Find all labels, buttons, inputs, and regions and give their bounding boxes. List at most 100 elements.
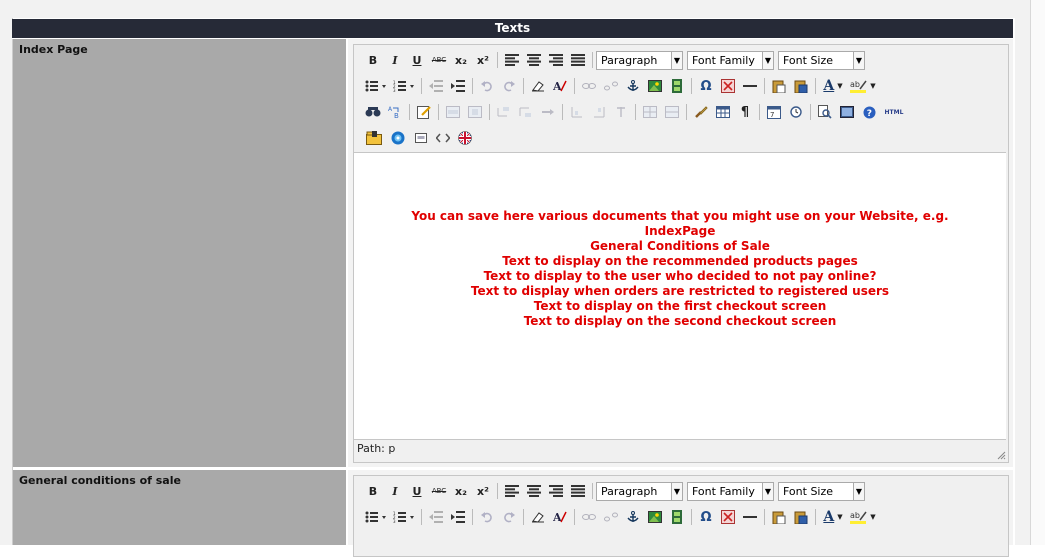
outdent-icon[interactable]: [425, 76, 447, 96]
font-size-select[interactable]: Font Size ▼: [778, 50, 865, 70]
bullet-list-icon[interactable]: [362, 507, 390, 527]
cleanup-brush-icon[interactable]: [690, 102, 712, 122]
pilcrow-icon[interactable]: ¶: [734, 102, 756, 122]
delete-col-icon[interactable]: [610, 102, 632, 122]
paste-text-icon[interactable]: [768, 76, 790, 96]
styles-icon[interactable]: A: [549, 76, 571, 96]
special-char-icon[interactable]: Ω: [695, 507, 717, 527]
merge-cells-icon[interactable]: [661, 102, 683, 122]
background-color-button[interactable]: ab ▼: [847, 76, 879, 96]
superscript-button[interactable]: x²: [472, 50, 494, 70]
col-before-icon[interactable]: [566, 102, 588, 122]
paste-word-icon[interactable]: [790, 76, 812, 96]
replace-icon[interactable]: AB: [384, 102, 406, 122]
text-color-button[interactable]: A ▼: [819, 76, 847, 96]
chevron-down-icon: ▼: [837, 513, 843, 521]
media-icon[interactable]: [666, 76, 688, 96]
content-line: General Conditions of Sale: [590, 239, 770, 253]
align-center-icon[interactable]: [523, 50, 545, 70]
resize-grip-icon[interactable]: [996, 450, 1006, 460]
find-icon[interactable]: [362, 102, 384, 122]
table-cell-props-icon[interactable]: [464, 102, 486, 122]
paste-text-icon[interactable]: [768, 507, 790, 527]
subscript-button[interactable]: x₂: [450, 50, 472, 70]
italic-button[interactable]: I: [384, 50, 406, 70]
insert-date-icon[interactable]: 7: [763, 102, 785, 122]
eraser-icon[interactable]: [527, 76, 549, 96]
editor-content-area[interactable]: You can save here various documents that…: [354, 152, 1006, 440]
underline-button[interactable]: U: [406, 481, 428, 501]
strikethrough-button[interactable]: ABC: [428, 50, 450, 70]
numbered-list-icon[interactable]: 123: [390, 507, 418, 527]
special-char-icon[interactable]: Ω: [695, 76, 717, 96]
row-before-icon[interactable]: [493, 102, 515, 122]
align-justify-icon[interactable]: [567, 50, 589, 70]
browser-icon[interactable]: [386, 128, 410, 148]
text-color-button[interactable]: A ▼: [819, 507, 847, 527]
html-source-button[interactable]: HTML: [880, 102, 908, 122]
bold-button[interactable]: B: [362, 50, 384, 70]
file-manager-icon[interactable]: [362, 128, 386, 148]
media-icon[interactable]: [666, 507, 688, 527]
font-family-select[interactable]: Font Family ▼: [687, 481, 774, 501]
table-delete-icon[interactable]: [717, 76, 739, 96]
subscript-button[interactable]: x₂: [450, 481, 472, 501]
font-family-select[interactable]: Font Family ▼: [687, 50, 774, 70]
link-icon[interactable]: [578, 507, 600, 527]
align-center-icon[interactable]: [523, 481, 545, 501]
undo-icon[interactable]: [476, 507, 498, 527]
eraser-icon[interactable]: [527, 507, 549, 527]
row-after-icon[interactable]: [515, 102, 537, 122]
format-select[interactable]: Paragraph ▼: [596, 50, 683, 70]
table-delete-icon[interactable]: [717, 507, 739, 527]
align-left-icon[interactable]: [501, 481, 523, 501]
horizontal-rule-icon[interactable]: [739, 76, 761, 96]
insert-time-icon[interactable]: [785, 102, 807, 122]
redo-icon[interactable]: [498, 76, 520, 96]
italic-button[interactable]: I: [384, 481, 406, 501]
anchor-icon[interactable]: [622, 507, 644, 527]
numbered-list-icon[interactable]: 123: [390, 76, 418, 96]
split-cells-icon[interactable]: [639, 102, 661, 122]
link-icon[interactable]: [578, 76, 600, 96]
styles-icon[interactable]: A: [549, 507, 571, 527]
anchor-icon[interactable]: [622, 76, 644, 96]
table-row-props-icon[interactable]: [442, 102, 464, 122]
undo-icon[interactable]: [476, 76, 498, 96]
save-disk-icon[interactable]: [410, 128, 432, 148]
col-after-icon[interactable]: [588, 102, 610, 122]
align-right-icon[interactable]: [545, 50, 567, 70]
code-icon[interactable]: [432, 128, 454, 148]
uk-flag-icon[interactable]: [454, 128, 476, 148]
horizontal-rule-icon[interactable]: [739, 507, 761, 527]
align-justify-icon[interactable]: [567, 481, 589, 501]
table-icon[interactable]: [712, 102, 734, 122]
image-icon[interactable]: [644, 507, 666, 527]
indent-icon[interactable]: [447, 507, 469, 527]
image-icon[interactable]: [644, 76, 666, 96]
delete-row-icon[interactable]: [537, 102, 559, 122]
paste-word-icon[interactable]: [790, 507, 812, 527]
strikethrough-button[interactable]: ABC: [428, 481, 450, 501]
bold-button[interactable]: B: [362, 481, 384, 501]
vertical-scrollbar[interactable]: [1030, 0, 1045, 545]
toolbar-separator: [810, 104, 811, 120]
background-color-button[interactable]: ab ▼: [847, 507, 879, 527]
superscript-button[interactable]: x²: [472, 481, 494, 501]
indent-icon[interactable]: [447, 76, 469, 96]
unlink-icon[interactable]: [600, 76, 622, 96]
redo-icon[interactable]: [498, 507, 520, 527]
align-right-icon[interactable]: [545, 481, 567, 501]
bullet-list-icon[interactable]: [362, 76, 390, 96]
toolbar-separator: [592, 483, 593, 499]
format-select[interactable]: Paragraph ▼: [596, 481, 683, 501]
help-icon[interactable]: ?: [858, 102, 880, 122]
edit-cleanup-icon[interactable]: [413, 102, 435, 122]
align-left-icon[interactable]: [501, 50, 523, 70]
outdent-icon[interactable]: [425, 507, 447, 527]
fullscreen-icon[interactable]: [836, 102, 858, 122]
font-size-select[interactable]: Font Size ▼: [778, 481, 865, 501]
preview-icon[interactable]: [814, 102, 836, 122]
underline-button[interactable]: U: [406, 50, 428, 70]
unlink-icon[interactable]: [600, 507, 622, 527]
